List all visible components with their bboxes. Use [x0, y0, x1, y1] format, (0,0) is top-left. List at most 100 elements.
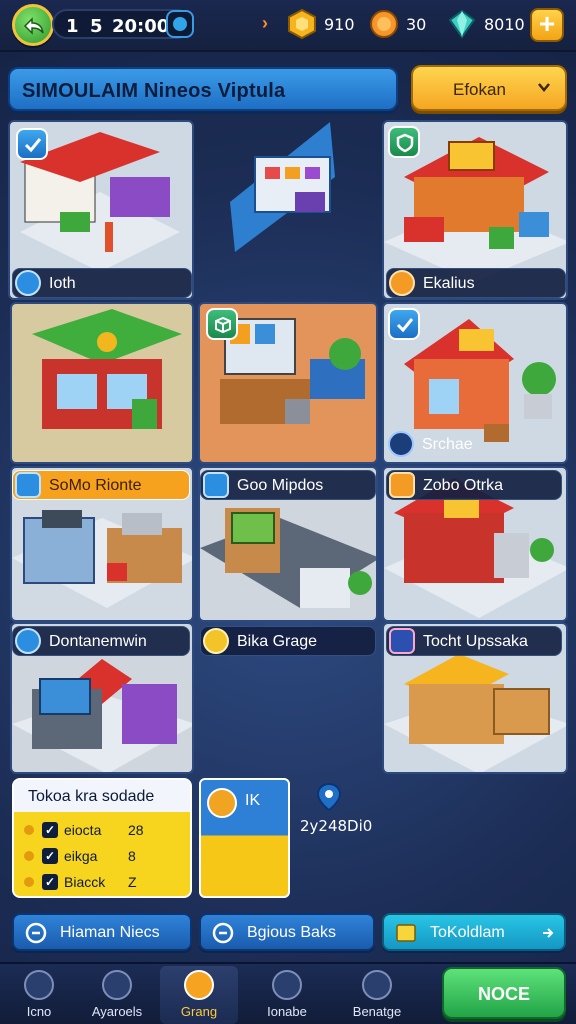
top-bar: 1 5 20:00 › 910 30 8010 + — [0, 0, 576, 52]
shield-icon — [396, 133, 414, 153]
check-icon — [24, 138, 42, 153]
tile-6-name: Srchae — [422, 436, 473, 453]
bullet-icon — [24, 877, 34, 887]
shield-badge — [388, 126, 420, 158]
kiosk-icon — [230, 122, 335, 252]
shop-tile-4[interactable] — [10, 302, 194, 464]
nav-label: Ayaroels — [91, 1004, 143, 1019]
tile-label-6: Srchae — [386, 430, 506, 460]
home-icon — [24, 970, 54, 1000]
nav-label: Ionabe — [267, 1004, 307, 1019]
nav-benatge[interactable]: Benatge — [338, 966, 416, 1024]
box-icon — [215, 316, 231, 334]
tag-icon — [389, 472, 415, 498]
tile-8-name: Goo Mipdos — [237, 477, 324, 494]
task-card-header: Tokoa kra sodade — [14, 780, 190, 812]
tile-11-name: Bika Grage — [237, 633, 318, 650]
timer-clock: 20:00 — [112, 16, 170, 37]
tag-icon — [389, 628, 415, 654]
check-icon — [396, 318, 414, 333]
primary-cta-button[interactable]: NOCE — [442, 967, 566, 1019]
back-button[interactable] — [12, 4, 54, 46]
tile-9-name: Zobo Otrka — [423, 477, 504, 494]
resource-gold: 910 — [286, 8, 362, 40]
nav-label: Grang — [180, 1004, 218, 1019]
globe-icon — [272, 970, 302, 1000]
double-arrow-icon: › — [262, 13, 268, 33]
nav-grang[interactable]: Grang — [160, 966, 238, 1024]
mid-status-card[interactable]: IK — [199, 778, 290, 898]
resource-gem: 8010 — [446, 9, 526, 39]
check-badge — [388, 308, 420, 340]
shield-check-badge — [16, 128, 48, 160]
checkbox-icon: ✓ — [42, 874, 58, 890]
back-arrow-icon — [23, 17, 44, 35]
map-pin-icon — [316, 782, 342, 812]
gem-value: 8010 — [484, 15, 525, 34]
tile-label-11: Bika Grage — [200, 626, 376, 656]
action-button-1[interactable]: Hiaman Niecs — [12, 913, 192, 951]
task-row: ✓ eiocta 28 — [24, 822, 184, 842]
category-dropdown[interactable]: Efokan — [411, 65, 567, 111]
tile-label-10: Dontanemwin — [12, 626, 190, 656]
action-3-label: ToKoldlam — [430, 924, 505, 941]
shop-tile-5[interactable] — [198, 302, 378, 464]
shield-icon — [15, 628, 41, 654]
timer-level: 1 — [66, 16, 79, 37]
tile-1-name: Ioth — [49, 275, 76, 292]
nav-ionabe[interactable]: Ionabe — [248, 966, 326, 1024]
mid-card-label: IK — [245, 792, 261, 809]
nav-label: Icno — [26, 1004, 52, 1019]
tile-label-9: Zobo Otrka — [386, 470, 562, 500]
arrow-right-icon — [543, 928, 554, 938]
coins-icon — [184, 970, 214, 1000]
task-value: 28 — [128, 822, 144, 838]
task-name: eikga — [64, 848, 98, 864]
timer-toggle-button[interactable] — [166, 10, 194, 38]
task-card-title: Tokoa kra sodade — [28, 788, 155, 805]
page-title: SIMOULAIM Nineos Viptula — [22, 80, 286, 102]
coin-icon — [370, 10, 398, 38]
checkbox-icon: ✓ — [42, 848, 58, 864]
action-button-3[interactable]: ToKoldlam — [382, 913, 566, 951]
tile-label-12: Tocht Upssaka — [386, 626, 562, 656]
add-currency-button[interactable]: + — [530, 8, 564, 42]
task-name: Biacck — [64, 874, 106, 890]
task-row: ✓ Biacck Z — [24, 874, 184, 894]
stat-value: 2y248Di0 — [300, 817, 373, 835]
tile-label-3: Ekalius — [386, 268, 566, 298]
task-card[interactable]: Tokoa kra sodade ✓ eiocta 28 ✓ eikga 8 ✓… — [12, 778, 192, 898]
gem-icon — [448, 9, 476, 39]
nav-home[interactable]: Icno — [0, 966, 78, 1024]
link-icon — [212, 922, 234, 944]
pencil-icon — [203, 472, 229, 498]
tools-icon — [388, 431, 414, 457]
bakery-shop-icon — [32, 309, 182, 429]
bullet-icon — [24, 825, 34, 835]
action-2-label: Bgious Baks — [247, 924, 336, 941]
edit-icon — [207, 788, 237, 818]
link-icon — [25, 922, 47, 944]
tile-12-name: Tocht Upssaka — [423, 633, 528, 650]
resource-coin: 30 — [368, 10, 438, 38]
folder-icon — [396, 924, 416, 942]
tile-label-1: Ioth — [12, 268, 192, 298]
bullet-icon — [24, 851, 34, 861]
coin-icon — [203, 628, 229, 654]
action-1-label: Hiaman Niecs — [60, 924, 160, 941]
task-name: eiocta — [64, 822, 102, 838]
coin-value: 30 — [406, 15, 427, 34]
gold-value: 910 — [324, 15, 355, 34]
shop-tile-2[interactable] — [198, 120, 378, 300]
checkbox-icon: ✓ — [42, 822, 58, 838]
nav-agents[interactable]: Ayaroels — [78, 966, 156, 1024]
chevron-down-icon — [538, 83, 550, 92]
box-badge — [206, 308, 238, 340]
nav-label: Benatge — [352, 1004, 402, 1019]
gold-hexagon-icon — [288, 8, 316, 40]
tile-label-7: SoMo Rionte — [12, 470, 190, 500]
task-value: Z — [128, 874, 137, 890]
settings-icon — [362, 970, 392, 1000]
action-button-2[interactable]: Bgious Baks — [199, 913, 375, 951]
tile-label-8: Goo Mipdos — [200, 470, 376, 500]
